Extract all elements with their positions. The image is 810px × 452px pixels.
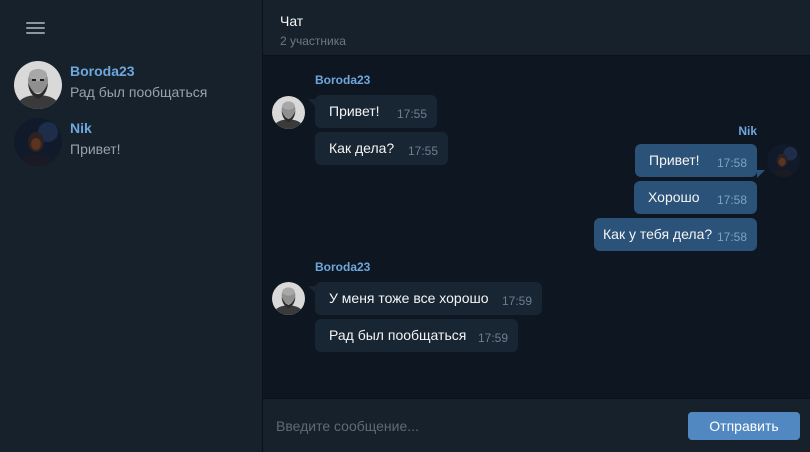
send-button[interactable]: Отправить — [688, 412, 800, 440]
chat-list-item-boroda23[interactable]: Boroda23 Рад был пообщаться — [0, 57, 262, 113]
message-time: 17:58 — [716, 156, 747, 170]
message-sender-name: Boroda23 — [315, 73, 371, 87]
outgoing-message[interactable]: Как у тебя дела? 17:58 — [594, 218, 757, 251]
message-time: 17:58 — [716, 193, 747, 207]
dark-portrait-avatar — [767, 144, 800, 177]
message-text: Привет! — [329, 103, 380, 119]
hamburger-menu-icon[interactable] — [26, 20, 46, 36]
message-time: 17:58 — [716, 230, 747, 244]
message-time: 17:59 — [501, 294, 532, 308]
incoming-message[interactable]: Как дела? 17:55 — [315, 132, 448, 165]
chat-name: Boroda23 — [70, 63, 135, 79]
bubble-tail — [757, 170, 765, 178]
message-time: 17:59 — [477, 331, 508, 345]
message-input[interactable] — [263, 399, 678, 452]
chat-last-message: Рад был пообщаться — [70, 84, 208, 100]
chat-name: Nik — [70, 120, 92, 136]
bearded-man-avatar — [14, 61, 62, 109]
chat-header: Чат 2 участника — [263, 0, 810, 56]
message-text: Как дела? — [329, 140, 395, 156]
incoming-message[interactable]: Привет! 17:55 — [315, 95, 437, 128]
participants-count: 2 участника — [280, 34, 346, 48]
message-time: 17:55 — [407, 144, 438, 158]
dark-portrait-avatar — [14, 118, 62, 166]
message-sender-name: Nik — [738, 124, 757, 138]
chat-title: Чат — [280, 13, 304, 29]
chat-list-sidebar: Boroda23 Рад был пообщаться Nik Привет! — [0, 0, 263, 452]
message-sender-name: Boroda23 — [315, 260, 371, 274]
message-time: 17:55 — [396, 107, 427, 121]
bearded-man-avatar — [272, 96, 305, 129]
bearded-man-avatar — [272, 282, 305, 315]
message-text: Хорошо — [648, 189, 700, 205]
chat-last-message: Привет! — [70, 141, 121, 157]
outgoing-message[interactable]: Привет! 17:58 — [635, 144, 757, 177]
message-text: Рад был пообщаться — [329, 327, 467, 343]
message-text: Привет! — [649, 152, 700, 168]
message-list: Boroda23 Привет! 17:55 Как дела? 17:55 N… — [263, 57, 810, 398]
incoming-message[interactable]: Рад был пообщаться 17:59 — [315, 319, 518, 352]
chat-list-item-nik[interactable]: Nik Привет! — [0, 114, 262, 170]
incoming-message[interactable]: У меня тоже все хорошо 17:59 — [315, 282, 542, 315]
message-text: Как у тебя дела? — [603, 226, 713, 242]
message-composer: Отправить — [263, 398, 810, 452]
message-text: У меня тоже все хорошо — [329, 290, 489, 306]
outgoing-message[interactable]: Хорошо 17:58 — [634, 181, 757, 214]
